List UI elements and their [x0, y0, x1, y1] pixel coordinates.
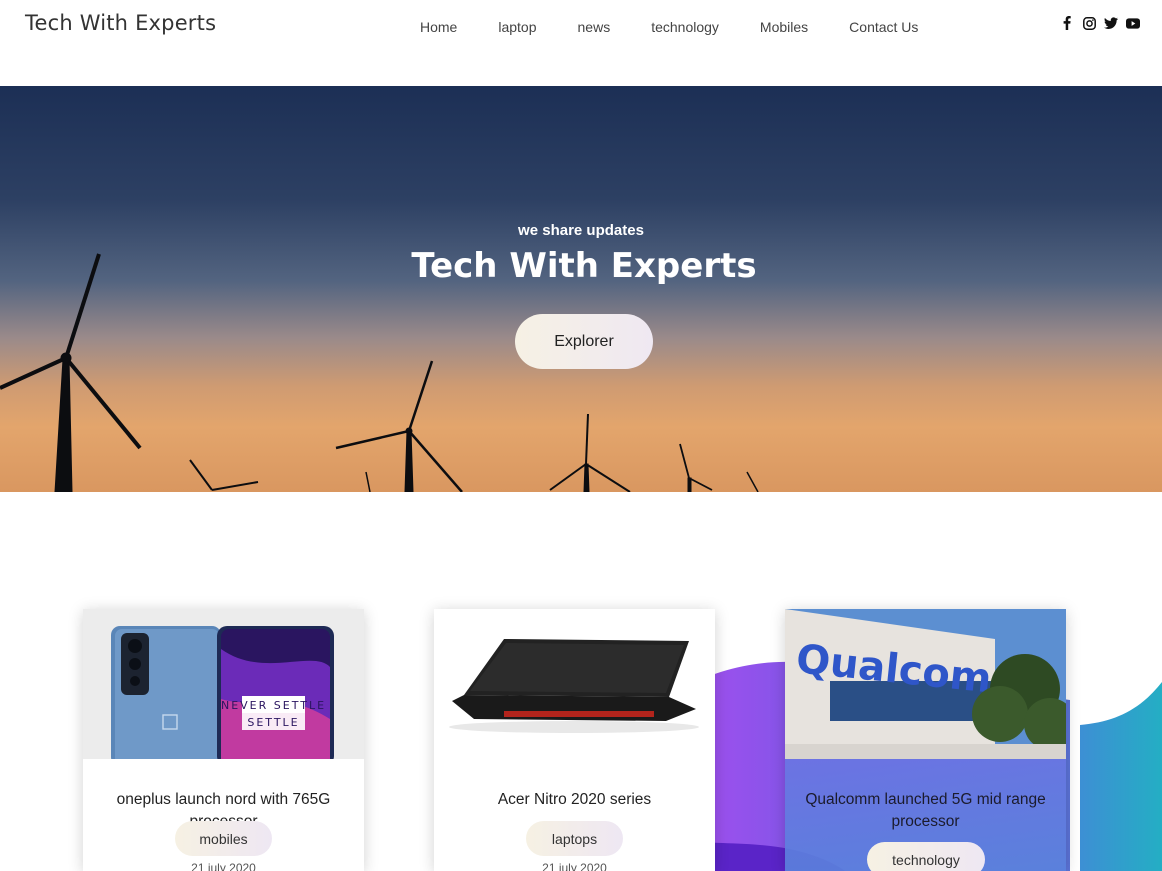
never-settle-text: NEVER SETTLE	[221, 699, 326, 712]
post-card[interactable]: Qualcomm Qualcomm launched 5G mid range …	[785, 609, 1066, 871]
post-tag[interactable]: technology	[867, 842, 985, 871]
post-card[interactable]: NEVER SETTLE SETTLE oneplus launch nord …	[83, 609, 364, 871]
post-title[interactable]: Acer Nitro 2020 series	[434, 789, 715, 811]
post-tag[interactable]: laptops	[526, 821, 623, 856]
post-card[interactable]: Acer Nitro 2020 series laptops 21 july 2…	[434, 609, 715, 871]
post-title[interactable]: Qualcomm launched 5G mid range processor	[785, 789, 1066, 833]
svg-text:SETTLE: SETTLE	[247, 716, 299, 729]
post-date: 21 july 2020	[542, 861, 607, 871]
post-image-qualcomm: Qualcomm	[785, 609, 1066, 759]
post-tag[interactable]: mobiles	[175, 821, 272, 856]
post-date: 21 july 2020	[191, 861, 256, 871]
post-image-oneplus: NEVER SETTLE SETTLE	[83, 609, 364, 759]
post-image-acer-nitro	[434, 609, 715, 759]
